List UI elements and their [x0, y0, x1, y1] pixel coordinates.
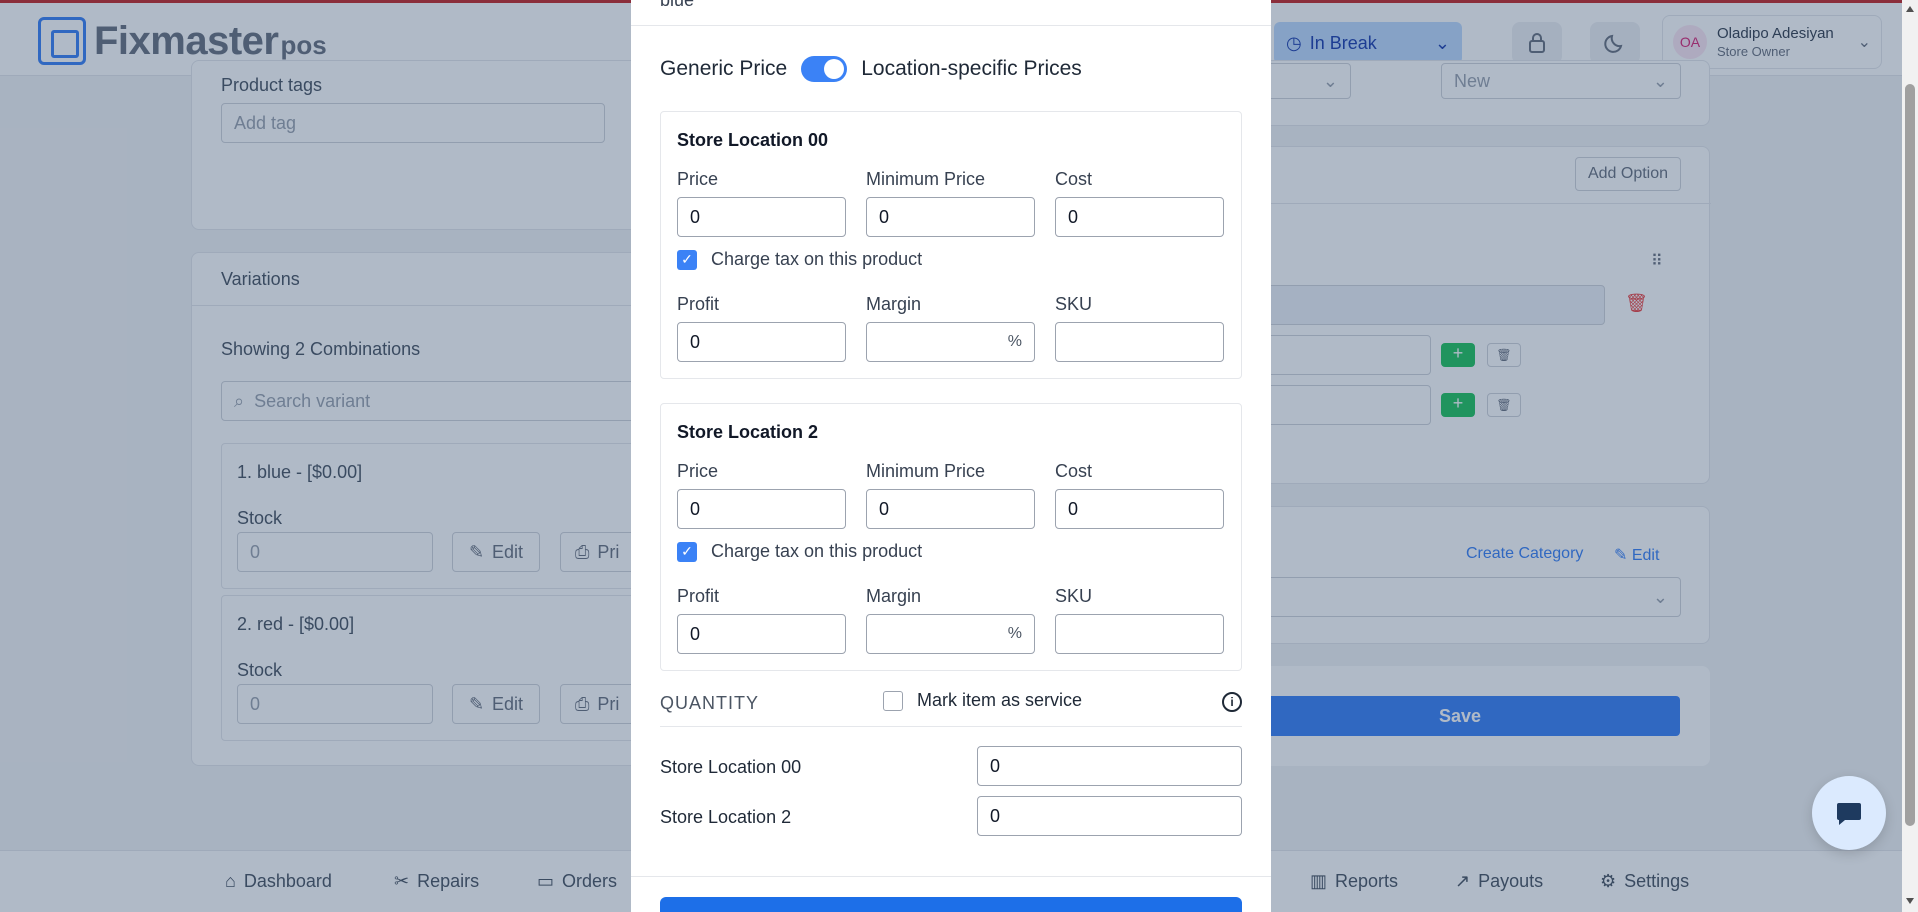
- cost-input[interactable]: 0: [1055, 197, 1224, 237]
- location-prices-label: Location-specific Prices: [861, 57, 1082, 80]
- price-label: Price: [677, 169, 719, 189]
- profit-label: Profit: [677, 586, 720, 606]
- price-mode-toggle[interactable]: [801, 56, 848, 82]
- charge-tax-label: Charge tax on this product: [711, 249, 923, 269]
- cost-input[interactable]: 0: [1055, 489, 1224, 529]
- toggle-knob: [824, 59, 845, 79]
- price-label: Price: [677, 461, 719, 481]
- location-card: Store Location 00 Price Minimum Price Co…: [660, 111, 1242, 379]
- info-icon[interactable]: i: [1222, 692, 1242, 712]
- min-price-label: Minimum Price: [866, 461, 986, 481]
- percent-suffix: %: [1007, 333, 1022, 350]
- charge-tax-row[interactable]: ✓ Charge tax on this product: [677, 541, 922, 562]
- mark-service-label: Mark item as service: [917, 690, 1083, 710]
- modal-title: blue: [660, 0, 695, 10]
- sku-input[interactable]: [1055, 614, 1224, 654]
- modal-submit-button[interactable]: [660, 897, 1242, 912]
- checkbox-unchecked-icon[interactable]: [883, 690, 903, 711]
- quantity-location-label: Store Location 2: [660, 807, 792, 827]
- cost-label: Cost: [1055, 169, 1093, 189]
- scroll-down-icon[interactable]: [1906, 898, 1914, 904]
- min-price-input[interactable]: 0: [866, 489, 1035, 529]
- sku-label: SKU: [1055, 586, 1093, 606]
- percent-suffix: %: [1007, 625, 1022, 642]
- location-title: Store Location 00: [677, 130, 829, 150]
- cost-label: Cost: [1055, 461, 1093, 481]
- divider: [631, 876, 1271, 877]
- price-input[interactable]: 0: [677, 489, 846, 529]
- margin-input[interactable]: %: [866, 614, 1035, 654]
- min-price-input[interactable]: 0: [866, 197, 1035, 237]
- checkbox-checked-icon[interactable]: ✓: [677, 541, 697, 562]
- checkbox-checked-icon[interactable]: ✓: [677, 249, 697, 270]
- divider: [631, 25, 1271, 26]
- charge-tax-row[interactable]: ✓ Charge tax on this product: [677, 249, 922, 270]
- quantity-location-label: Store Location 00: [660, 757, 802, 777]
- margin-input[interactable]: %: [866, 322, 1035, 362]
- chat-bubble-icon: [1837, 803, 1861, 825]
- location-title: Store Location 2: [677, 422, 819, 442]
- quantity-input[interactable]: 0: [977, 796, 1242, 836]
- quantity-input[interactable]: 0: [977, 746, 1242, 786]
- quantity-header: QUANTITY Mark item as service i: [660, 690, 1242, 727]
- scroll-up-icon[interactable]: [1906, 6, 1914, 12]
- page-scrollbar[interactable]: [1902, 0, 1918, 912]
- min-price-label: Minimum Price: [866, 169, 986, 189]
- margin-label: Margin: [866, 586, 922, 606]
- generic-price-label: Generic Price: [660, 57, 788, 80]
- profit-label: Profit: [677, 294, 720, 314]
- quantity-title: QUANTITY: [660, 693, 760, 713]
- scrollbar-thumb[interactable]: [1905, 84, 1915, 826]
- price-input[interactable]: 0: [677, 197, 846, 237]
- variant-pricing-modal: blue Generic Price Location-specific Pri…: [631, 0, 1271, 912]
- sku-input[interactable]: [1055, 322, 1224, 362]
- profit-input[interactable]: 0: [677, 614, 846, 654]
- mark-service-row[interactable]: Mark item as service: [883, 690, 1082, 711]
- sku-label: SKU: [1055, 294, 1093, 314]
- charge-tax-label: Charge tax on this product: [711, 541, 923, 561]
- location-card: Store Location 2 Price Minimum Price Cos…: [660, 403, 1242, 671]
- margin-label: Margin: [866, 294, 922, 314]
- profit-input[interactable]: 0: [677, 322, 846, 362]
- price-mode-toggle-row: Generic Price Location-specific Prices: [660, 56, 1082, 82]
- chat-button[interactable]: [1812, 776, 1886, 850]
